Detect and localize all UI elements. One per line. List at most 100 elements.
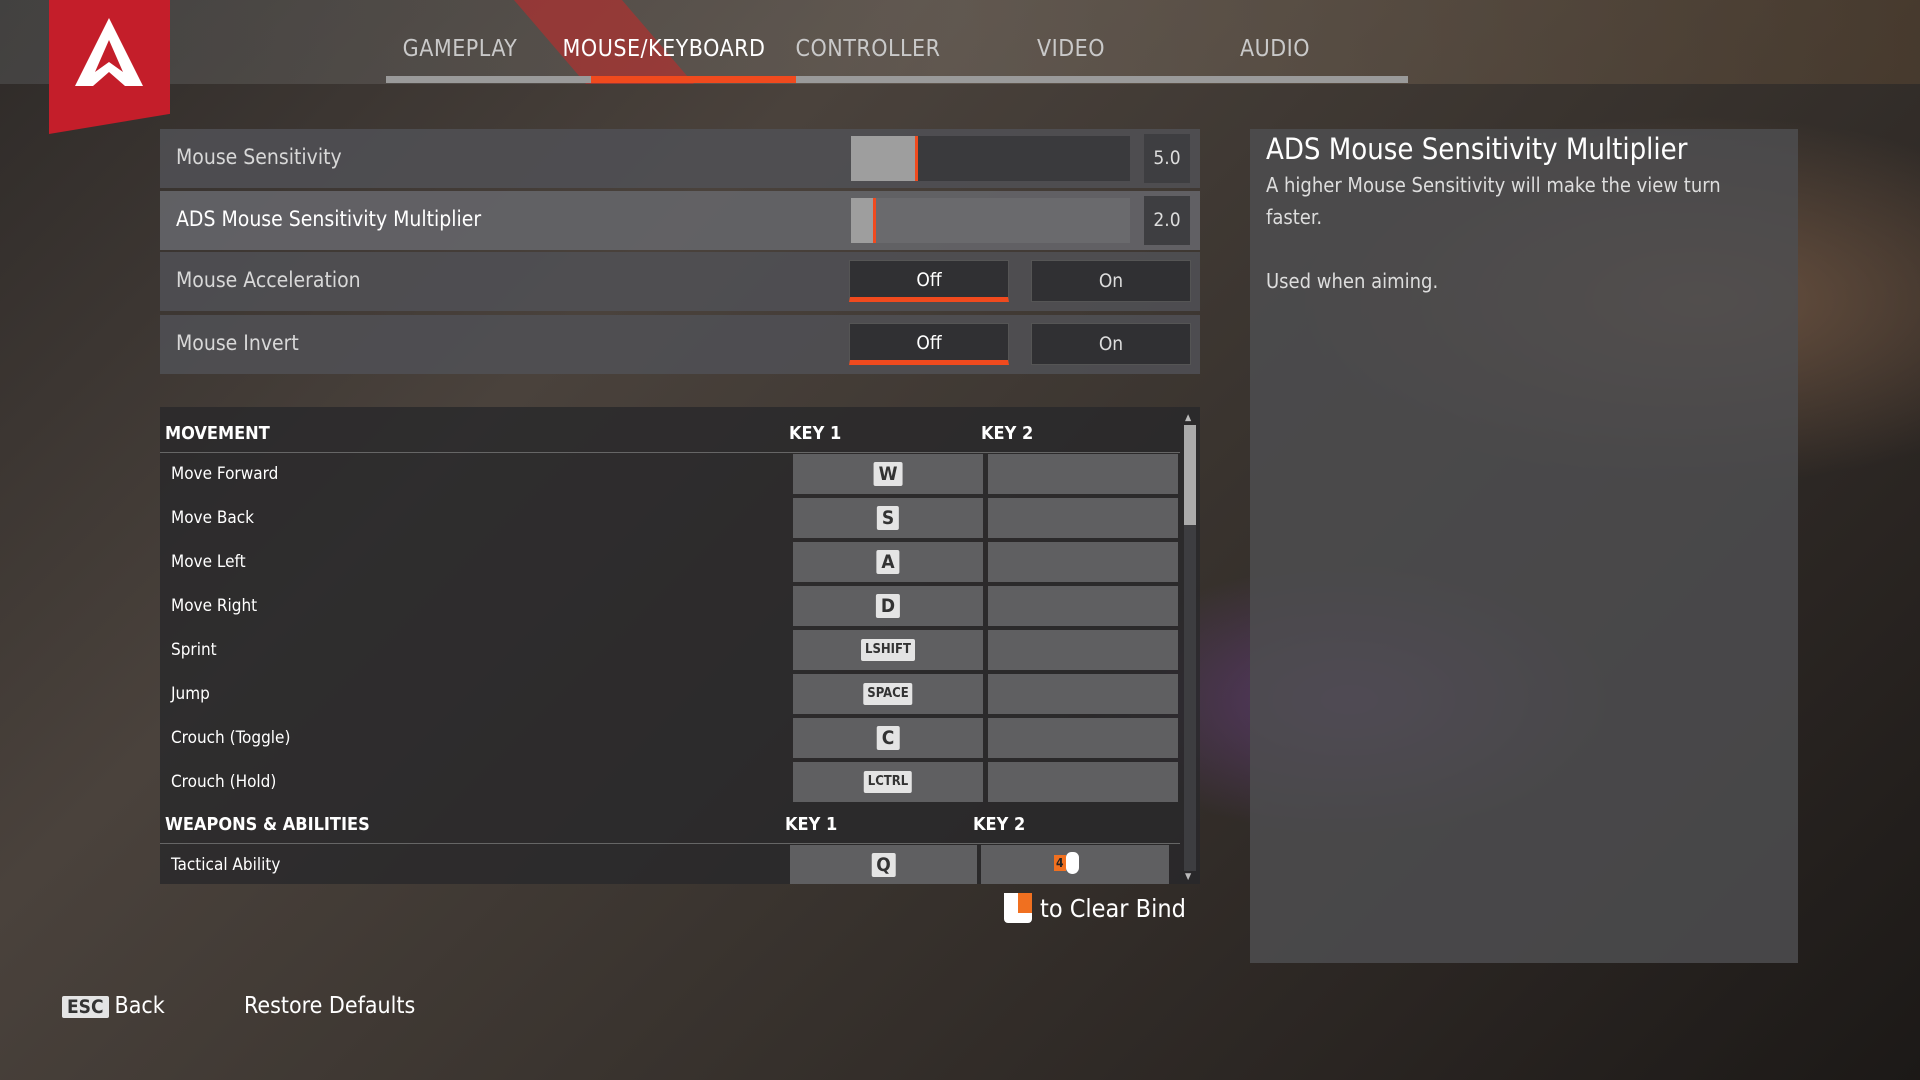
bind-row: Jump SPACE <box>160 674 1180 714</box>
mouse-invert-row: Mouse Invert Off On <box>160 315 1200 374</box>
acceleration-off-button[interactable]: Off <box>849 260 1009 302</box>
key2-cell[interactable]: 4 <box>981 845 1169 884</box>
key2-cell[interactable] <box>988 454 1178 494</box>
ads-multiplier-slider[interactable] <box>851 198 1130 243</box>
key2-cell[interactable] <box>988 674 1178 714</box>
section-title: WEAPONS & ABILITIES <box>165 814 370 835</box>
action-label: Crouch (Toggle) <box>171 728 291 748</box>
bind-row: Move Back S <box>160 498 1180 538</box>
bind-row: Move Left A <box>160 542 1180 582</box>
keybind-list: MOVEMENT KEY 1 KEY 2 Move Forward W Move… <box>160 407 1200 884</box>
tab-underline <box>1206 76 1408 83</box>
slider-thumb[interactable] <box>873 198 877 243</box>
movement-header: MOVEMENT KEY 1 KEY 2 <box>160 413 1180 453</box>
back-label: Back <box>114 993 165 1019</box>
key1-header: KEY 1 <box>789 423 842 444</box>
section-title: MOVEMENT <box>165 423 270 444</box>
clear-bind-text: to Clear Bind <box>1040 893 1186 923</box>
action-label: Tactical Ability <box>171 855 281 875</box>
setting-label: Mouse Acceleration <box>176 268 361 292</box>
key1-cell[interactable]: S <box>793 498 983 538</box>
scroll-down-icon[interactable]: ▼ <box>1185 872 1191 882</box>
slider-fill <box>851 198 874 243</box>
action-label: Crouch (Hold) <box>171 772 277 792</box>
tab-mouse-keyboard[interactable]: MOUSE/KEYBOARD <box>563 36 766 62</box>
key1-cell[interactable]: W <box>793 454 983 494</box>
key1-header: KEY 1 <box>785 814 838 835</box>
bind-row: Move Forward W <box>160 454 1180 494</box>
key-cap: C <box>876 726 900 750</box>
key-cap: SPACE <box>863 683 913 705</box>
info-note: Used when aiming. <box>1266 269 1439 293</box>
tab-underline <box>1002 76 1206 83</box>
info-title: ADS Mouse Sensitivity Multiplier <box>1266 132 1688 166</box>
setting-label: Mouse Invert <box>176 331 299 355</box>
info-panel: ADS Mouse Sensitivity Multiplier A highe… <box>1250 129 1798 963</box>
tab-underline <box>386 76 591 83</box>
keybind-scrollbar[interactable]: ▲ ▼ <box>1183 413 1197 885</box>
action-label: Jump <box>171 684 210 704</box>
action-label: Move Right <box>171 596 258 616</box>
key2-cell[interactable] <box>988 498 1178 538</box>
key1-cell[interactable]: LSHIFT <box>793 630 983 670</box>
tab-audio[interactable]: AUDIO <box>1240 36 1310 62</box>
weapons-header: WEAPONS & ABILITIES KEY 1 KEY 2 <box>160 804 1180 844</box>
mouse-sensitivity-row: Mouse Sensitivity 5.0 <box>160 129 1200 188</box>
ads-multiplier-row: ADS Mouse Sensitivity Multiplier 2.0 <box>160 191 1200 250</box>
tab-gameplay[interactable]: GAMEPLAY <box>403 36 518 62</box>
key-cap: A <box>876 550 900 574</box>
scroll-up-icon[interactable]: ▲ <box>1185 413 1191 423</box>
key-cap: Q <box>871 853 896 877</box>
key1-cell[interactable]: C <box>793 718 983 758</box>
mouse-button-4-icon: 4 <box>1054 852 1079 874</box>
action-label: Move Forward <box>171 464 279 484</box>
setting-label: ADS Mouse Sensitivity Multiplier <box>176 207 482 231</box>
scroll-thumb[interactable] <box>1184 425 1196 525</box>
key1-cell[interactable]: A <box>793 542 983 582</box>
action-label: Move Left <box>171 552 246 572</box>
slider-value: 5.0 <box>1144 134 1190 183</box>
slider-fill <box>851 136 916 181</box>
key2-cell[interactable] <box>988 762 1178 802</box>
bind-row: Sprint LSHIFT <box>160 630 1180 670</box>
info-description: A higher Mouse Sensitivity will make the… <box>1266 173 1721 229</box>
action-label: Move Back <box>171 508 254 528</box>
tab-underline <box>796 76 1002 83</box>
key1-cell[interactable]: SPACE <box>793 674 983 714</box>
invert-on-button[interactable]: On <box>1031 323 1191 365</box>
key-cap: LSHIFT <box>861 639 915 661</box>
key1-cell[interactable]: Q <box>790 845 977 884</box>
key2-cell[interactable] <box>988 718 1178 758</box>
esc-key-icon: ESC <box>62 996 109 1018</box>
acceleration-on-button[interactable]: On <box>1031 260 1191 302</box>
key2-cell[interactable] <box>988 542 1178 582</box>
key1-cell[interactable]: D <box>793 586 983 626</box>
key-cap: D <box>875 594 901 618</box>
setting-label: Mouse Sensitivity <box>176 145 342 169</box>
action-label: Sprint <box>171 640 217 660</box>
tab-bar: GAMEPLAY MOUSE/KEYBOARD CONTROLLER VIDEO… <box>386 0 1408 84</box>
restore-defaults-button[interactable]: Restore Defaults <box>244 993 415 1019</box>
apex-logo <box>49 0 170 134</box>
mouse-button-icon <box>1004 893 1032 923</box>
bind-row-tactical: Tactical Ability Q 4 <box>160 845 1180 884</box>
key-cap: S <box>876 506 900 530</box>
key2-cell[interactable] <box>988 586 1178 626</box>
mouse-acceleration-row: Mouse Acceleration Off On <box>160 252 1200 311</box>
key1-cell[interactable]: LCTRL <box>793 762 983 802</box>
tab-video[interactable]: VIDEO <box>1037 36 1105 62</box>
back-button[interactable]: ESC Back <box>62 993 165 1019</box>
key2-header: KEY 2 <box>973 814 1026 835</box>
mouse-sensitivity-slider[interactable] <box>851 136 1130 181</box>
slider-value: 2.0 <box>1144 196 1190 245</box>
bind-row: Crouch (Hold) LCTRL <box>160 762 1180 802</box>
tab-controller[interactable]: CONTROLLER <box>796 36 941 62</box>
bind-row: Crouch (Toggle) C <box>160 718 1180 758</box>
invert-off-button[interactable]: Off <box>849 323 1009 365</box>
key2-cell[interactable] <box>988 630 1178 670</box>
key2-header: KEY 2 <box>981 423 1034 444</box>
mouse-button-number: 4 <box>1054 855 1066 871</box>
key-cap: LCTRL <box>863 771 913 793</box>
apex-logo-icon <box>75 18 143 86</box>
slider-thumb[interactable] <box>915 136 919 181</box>
